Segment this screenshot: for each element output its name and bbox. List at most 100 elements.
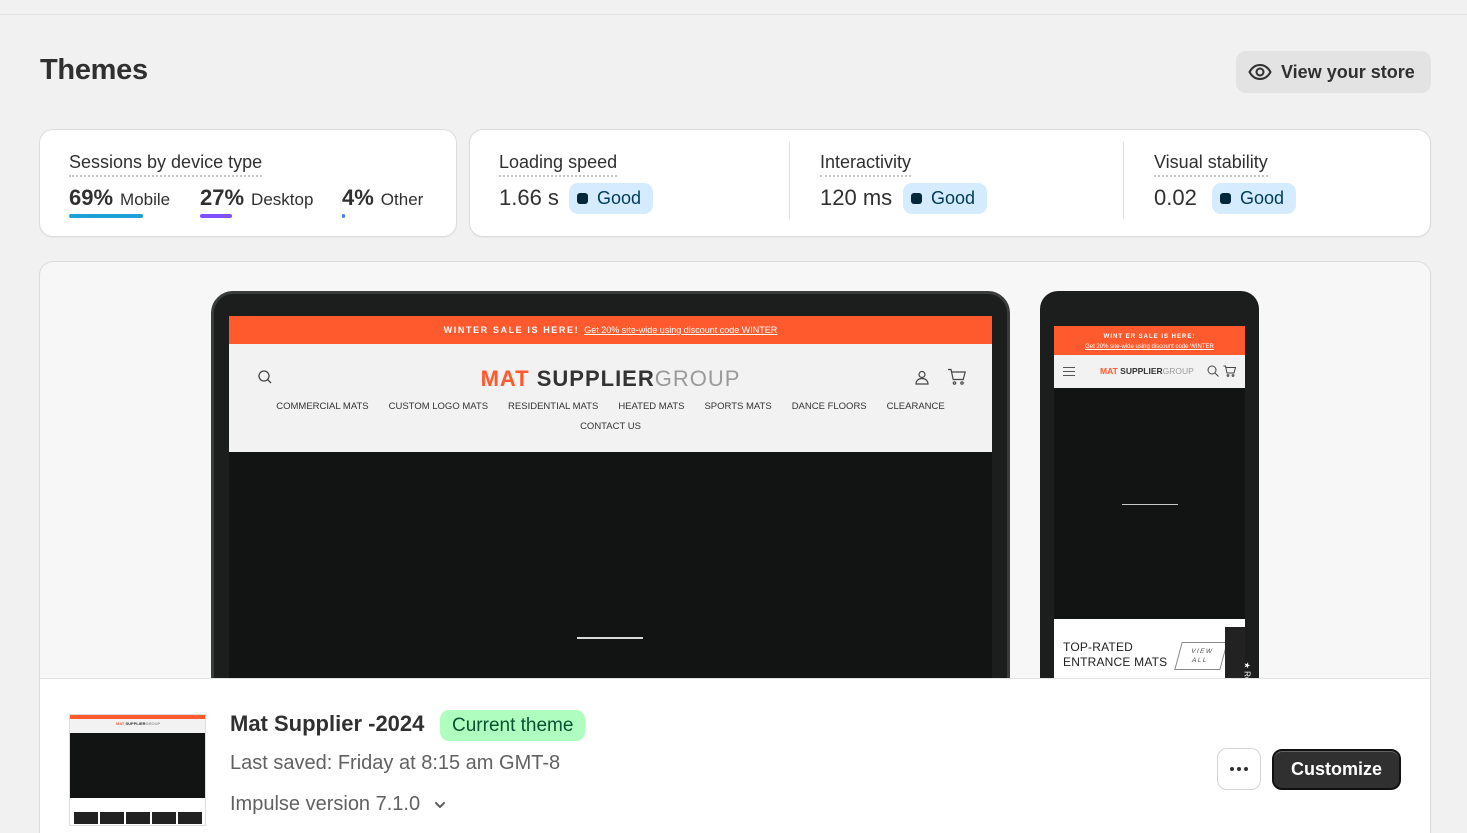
- nav-item: RESIDENTIAL MATS: [508, 401, 599, 412]
- more-dots-icon: [1244, 767, 1248, 771]
- nav-item: COMMERCIAL MATS: [276, 401, 369, 412]
- thumbnail-product: [100, 812, 124, 824]
- logo-group: GROUP: [1162, 366, 1194, 376]
- device-mobile: 69% Mobile: [69, 185, 170, 211]
- loading-speed-title[interactable]: Loading speed: [499, 152, 618, 177]
- web-vitals-card: Loading speed 1.66 s Good Interactivity …: [470, 130, 1430, 236]
- announcement-link: Get 20% site-wide using discount code WI…: [584, 325, 778, 335]
- status-dot-icon: [911, 193, 922, 204]
- logo-mat: MAT: [1100, 366, 1118, 376]
- view-all-label: VIEW: [1190, 648, 1215, 655]
- view-store-label: View your store: [1281, 61, 1415, 82]
- eye-icon: [1248, 63, 1272, 81]
- logo-group: GROUP: [654, 366, 741, 391]
- top-divider: [0, 14, 1467, 15]
- thumbnail-product: [126, 812, 150, 824]
- loading-speed-status: Good: [597, 188, 642, 208]
- user-icon: [915, 370, 929, 385]
- view-all-label: ALL: [1190, 657, 1209, 664]
- device-desktop-label: Desktop: [251, 190, 314, 209]
- mobile-announcement-link: Get 20% site-wide using discount code WI…: [1085, 344, 1214, 350]
- device-desktop: 27% Desktop: [200, 185, 313, 211]
- view-store-button[interactable]: View your store: [1236, 51, 1431, 93]
- section-title-line: ENTRANCE MATS: [1063, 655, 1168, 669]
- desktop-share-bar: [200, 214, 232, 218]
- thumbnail-logo: MAT SUPPLIERGROUP: [116, 721, 160, 726]
- logo-supplier: SUPPLIER: [536, 366, 655, 391]
- store-nav: COMMERCIAL MATS CUSTOM LOGO MATS RESIDEN…: [269, 401, 952, 432]
- customize-button[interactable]: Customize: [1272, 749, 1401, 790]
- page-title: Themes: [40, 54, 148, 86]
- logo-mat: MAT: [116, 721, 125, 726]
- mobile-share-bar: [69, 214, 143, 218]
- visual-stability-value: 0.02: [1154, 185, 1197, 210]
- view-all-button: VIEW ALL: [1174, 642, 1228, 670]
- logo-group: GROUP: [145, 721, 161, 726]
- current-theme-badge: Current theme: [440, 710, 586, 741]
- mobile-announcement-bar: WINT ER SALE IS HERE! Get 20% site-wide …: [1054, 326, 1245, 355]
- other-share-bar: [342, 214, 345, 218]
- thumbnail-product: [178, 812, 202, 824]
- search-icon: [1207, 365, 1219, 377]
- logo-supplier: SUPPLIER: [1120, 366, 1163, 376]
- section-title: TOP-RATED ENTRANCE MATS: [1063, 640, 1167, 670]
- mobile-store-logo: MAT SUPPLIERGROUP: [1100, 366, 1194, 376]
- interactivity-status-badge: Good: [903, 183, 988, 214]
- divider: [1123, 142, 1124, 219]
- sessions-card: Sessions by device type 69% Mobile 27% D…: [40, 130, 456, 236]
- theme-name: Mat Supplier -2024: [230, 711, 425, 736]
- store-header: MAT SUPPLIERGROUP COMMERCIAL MATS CUSTOM…: [229, 344, 992, 452]
- device-other-pct: 4%: [342, 185, 374, 210]
- interactivity-status: Good: [931, 188, 976, 208]
- theme-info-bar: MAT SUPPLIERGROUP Mat Supplier -2024 Cur…: [40, 678, 1430, 833]
- more-actions-button[interactable]: [1218, 749, 1260, 789]
- cart-icon: [948, 368, 966, 385]
- device-mobile-label: Mobile: [120, 190, 171, 209]
- status-dot-icon: [1220, 193, 1231, 204]
- more-dots-icon: [1237, 767, 1241, 771]
- visual-stability-title[interactable]: Visual stability: [1154, 152, 1268, 177]
- sessions-title[interactable]: Sessions by device type: [69, 152, 263, 177]
- mobile-store-header: MAT SUPPLIERGROUP: [1054, 355, 1245, 388]
- more-dots-icon: [1230, 767, 1234, 771]
- loading-speed-value: 1.66 s: [499, 185, 559, 210]
- nav-item: CLEARANCE: [886, 401, 945, 412]
- thumbnail-product: [74, 812, 98, 824]
- desktop-preview-frame: WINTER SALE IS HERE! Get 20% site-wide u…: [211, 291, 1010, 716]
- nav-item: CUSTOM LOGO MATS: [388, 401, 489, 412]
- interactivity-title[interactable]: Interactivity: [820, 152, 912, 177]
- cart-icon: [1223, 365, 1236, 377]
- mobile-announcement-text: WINT ER SALE IS HERE!: [1103, 334, 1196, 340]
- logo-supplier: SUPPLIER: [125, 721, 146, 726]
- section-title-line: TOP-RATED: [1063, 640, 1134, 654]
- device-other: 4% Other: [342, 185, 423, 211]
- last-saved-text: Last saved: Friday at 8:15 am GMT-8: [230, 752, 561, 774]
- store-logo: MAT SUPPLIERGROUP: [229, 366, 992, 392]
- theme-thumbnail: MAT SUPPLIERGROUP: [69, 714, 206, 826]
- status-dot-icon: [577, 193, 588, 204]
- divider: [789, 142, 790, 219]
- device-mobile-pct: 69%: [69, 185, 114, 210]
- theme-version-toggle[interactable]: Impulse version 7.1.0: [230, 793, 447, 816]
- hero-slider-indicator: [1122, 504, 1178, 505]
- device-other-label: Other: [380, 190, 424, 209]
- announcement-bar: WINTER SALE IS HERE! Get 20% site-wide u…: [229, 316, 992, 344]
- desktop-preview-screen: WINTER SALE IS HERE! Get 20% site-wide u…: [229, 316, 992, 716]
- loading-speed-status-badge: Good: [569, 183, 654, 214]
- visual-stability-status-badge: Good: [1212, 183, 1297, 214]
- nav-item: SPORTS MATS: [704, 401, 772, 412]
- logo-mat: MAT: [480, 366, 530, 391]
- mobile-preview-frame: WINT ER SALE IS HERE! Get 20% site-wide …: [1040, 291, 1259, 711]
- chevron-down-icon: [435, 801, 446, 808]
- announcement-text: WINTER SALE IS HERE!: [443, 325, 580, 335]
- hamburger-menu-icon: [1063, 367, 1075, 376]
- mobile-preview-screen: WINT ER SALE IS HERE! Get 20% site-wide …: [1054, 326, 1251, 706]
- visual-stability-status: Good: [1240, 188, 1285, 208]
- device-desktop-pct: 27%: [200, 185, 245, 210]
- nav-item: DANCE FLOORS: [791, 401, 867, 412]
- interactivity-value: 120 ms: [820, 185, 893, 210]
- nav-item: CONTACT US: [580, 421, 641, 432]
- hero-slider-indicator: [577, 637, 643, 639]
- theme-preview[interactable]: WINTER SALE IS HERE! Get 20% site-wide u…: [40, 262, 1430, 716]
- theme-version-label: Impulse version 7.1.0: [230, 793, 421, 815]
